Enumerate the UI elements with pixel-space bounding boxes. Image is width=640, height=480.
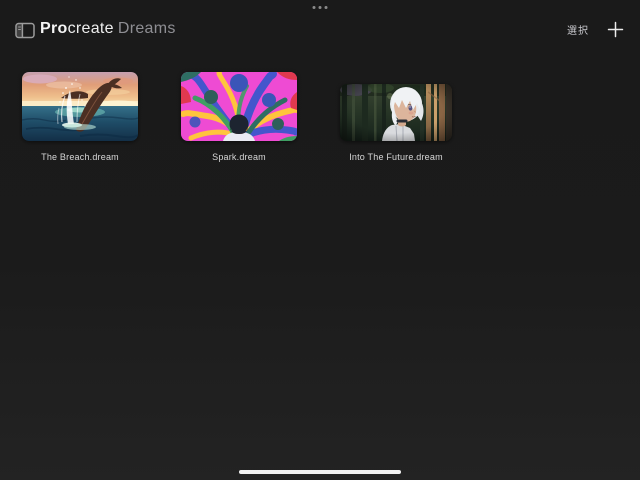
plus-icon — [607, 26, 624, 41]
title-pro: Pro — [40, 20, 68, 37]
project-thumbnail[interactable] — [181, 72, 297, 141]
project-card-spark[interactable]: Spark.dream — [181, 72, 297, 162]
spark-artwork — [181, 72, 297, 141]
select-button[interactable]: 選択 — [567, 22, 589, 37]
project-name: Into The Future.dream — [349, 152, 443, 162]
project-thumbnail[interactable] — [340, 84, 452, 141]
sidebar-icon — [15, 27, 35, 42]
project-name: The Breach.dream — [41, 152, 119, 162]
title-create: create — [68, 20, 114, 37]
add-project-button[interactable] — [605, 19, 626, 40]
project-card-the-breach[interactable]: The Breach.dream — [22, 72, 138, 162]
project-name: Spark.dream — [212, 152, 266, 162]
breach-artwork — [22, 72, 138, 141]
sidebar-toggle-button[interactable] — [14, 21, 36, 41]
header-bar: ProcreateDreams 選択 — [0, 0, 640, 58]
project-gallery: The Breach.dream — [22, 72, 452, 162]
project-thumbnail[interactable] — [22, 72, 138, 141]
future-artwork — [340, 84, 452, 141]
title-dreams: Dreams — [118, 20, 176, 37]
project-card-into-the-future[interactable]: Into The Future.dream — [340, 72, 452, 162]
home-indicator[interactable] — [239, 470, 401, 474]
page-title: ProcreateDreams — [40, 20, 176, 38]
header-actions: 選択 — [567, 0, 626, 58]
